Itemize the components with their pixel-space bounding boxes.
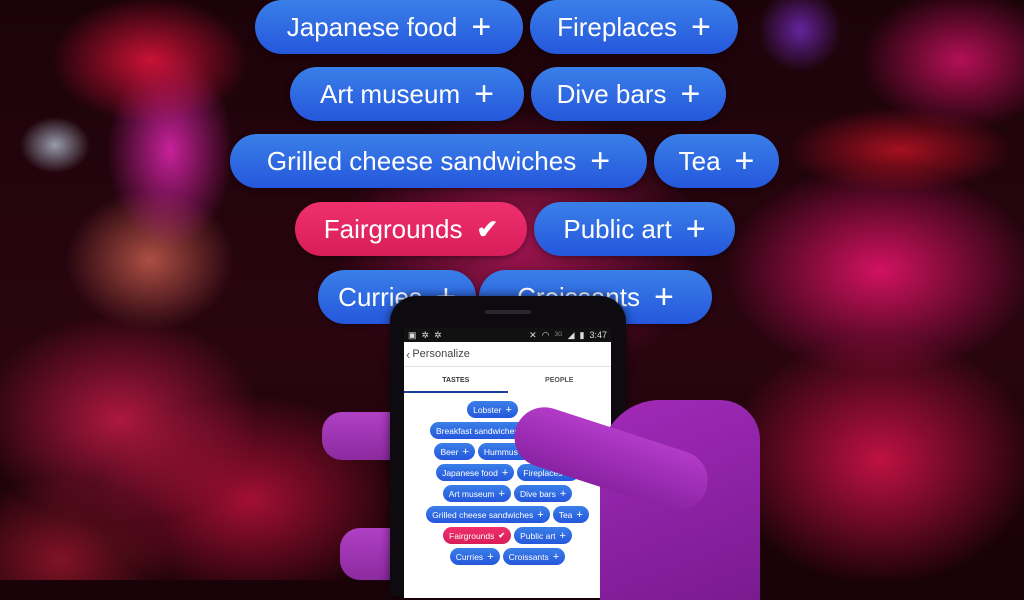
plus-icon: +: [576, 508, 583, 521]
chip-label: Tea: [558, 509, 573, 520]
chip-label: Grilled cheese sandwiches: [432, 509, 534, 520]
signal-icon: ◢: [567, 329, 575, 340]
overlay-chip-tea[interactable]: Tea +: [654, 134, 779, 188]
chip-label: Hummus: [483, 446, 518, 457]
status-bar: ▣ ✲ ✲ ✕ ◠ 3G ◢ ▮ 3:47: [404, 328, 611, 342]
phone-speaker: [485, 310, 531, 314]
plus-icon: +: [559, 487, 567, 500]
chip-label: Art museum: [319, 78, 461, 109]
chip-label: Tea: [678, 145, 721, 176]
overlay-chip-dive-bars[interactable]: Dive bars +: [531, 67, 726, 121]
chip-label: Breakfast sandwiches: [435, 425, 519, 436]
overlay-chip-grilled-cheese-sandwiches[interactable]: Grilled cheese sandwiches +: [230, 134, 647, 188]
tab-bar: TASTES PEOPLE: [404, 366, 611, 393]
plus-icon: +: [685, 210, 706, 248]
overlay-chip-public-art[interactable]: Public art +: [534, 202, 735, 256]
chip-label: Japanese food: [286, 11, 458, 42]
tag-chip-grilled-cheese-sandwiches[interactable]: Grilled cheese sandwiches +: [426, 506, 550, 523]
tag-chip-beer[interactable]: Beer +: [434, 443, 475, 460]
tag-row: Fairgrounds ✔ Public art +: [443, 527, 572, 544]
tag-chip-japanese-food[interactable]: Japanese food +: [436, 464, 515, 481]
wifi-icon: ◠: [541, 329, 550, 340]
notification-icon: ✲: [434, 329, 442, 340]
chip-label: Lobster: [473, 404, 502, 415]
network-type: 3G: [554, 332, 563, 338]
tag-row: Curries + Croissants +: [449, 548, 566, 565]
notification-icon: ✲: [421, 329, 430, 340]
tag-row: Grilled cheese sandwiches + Tea +: [426, 506, 589, 523]
chip-label: Curries: [455, 551, 484, 562]
notification-icon: ▣: [408, 329, 417, 340]
tag-chip-tea[interactable]: Tea +: [552, 506, 589, 523]
chip-label: Dive bars: [519, 488, 556, 499]
plus-icon: +: [462, 445, 469, 458]
tab-people[interactable]: PEOPLE: [508, 367, 612, 393]
plus-icon: +: [487, 550, 494, 563]
tab-tastes[interactable]: TASTES: [404, 367, 508, 393]
tag-row: Art museum + Dive bars +: [442, 485, 573, 502]
chip-label: Art museum: [448, 488, 495, 499]
plus-icon: +: [653, 278, 674, 316]
chip-label: Grilled cheese sandwiches: [266, 145, 577, 176]
tag-chip-croissants[interactable]: Croissants +: [502, 548, 566, 565]
mute-icon: ✕: [529, 329, 537, 340]
chip-label: Beer: [440, 446, 459, 457]
plus-icon: +: [734, 142, 755, 180]
chip-label: Public art: [520, 530, 556, 541]
plus-icon: +: [691, 8, 711, 46]
check-icon: ✔: [476, 214, 499, 244]
chip-label: Dive bars: [556, 78, 667, 109]
back-icon[interactable]: ‹: [406, 347, 410, 362]
tag-chip-dive-bars[interactable]: Dive bars +: [513, 485, 573, 502]
plus-icon: +: [552, 550, 560, 563]
plus-icon: +: [559, 529, 566, 542]
tag-chip-fairgrounds-selected[interactable]: Fairgrounds ✔: [443, 527, 512, 544]
clock: 3:47: [589, 330, 607, 340]
check-icon: ✔: [498, 531, 506, 540]
tag-chip-public-art[interactable]: Public art +: [514, 527, 572, 544]
chip-label: Fireplaces: [557, 11, 678, 42]
chip-label: Public art: [563, 213, 672, 244]
plus-icon: +: [505, 403, 512, 416]
tag-row: Lobster +: [467, 401, 518, 418]
chip-label: Fairgrounds: [323, 213, 463, 244]
plus-icon: +: [498, 487, 505, 500]
tag-chip-curries[interactable]: Curries +: [449, 548, 500, 565]
tag-chip-art-museum[interactable]: Art museum +: [442, 485, 511, 502]
plus-icon: +: [590, 142, 611, 180]
overlay-chip-art-museum[interactable]: Art museum +: [290, 67, 524, 121]
plus-icon: +: [537, 508, 544, 521]
chip-label: Fairgrounds: [449, 530, 495, 541]
app-bar: ‹ Personalize: [404, 342, 611, 366]
overlay-chip-fairgrounds-selected[interactable]: Fairgrounds ✔: [295, 202, 527, 256]
plus-icon: +: [501, 466, 509, 479]
plus-icon: +: [474, 75, 494, 113]
plus-icon: +: [471, 8, 492, 46]
overlay-chip-fireplaces[interactable]: Fireplaces +: [530, 0, 738, 54]
tag-chip-lobster[interactable]: Lobster +: [467, 401, 518, 418]
overlay-chip-japanese-food[interactable]: Japanese food +: [255, 0, 523, 54]
chip-label: Croissants: [508, 551, 549, 562]
chip-label: Japanese food: [442, 467, 498, 478]
battery-icon: ▮: [579, 329, 585, 340]
active-tab-indicator: [404, 391, 508, 393]
page-title: Personalize: [412, 348, 470, 360]
plus-icon: +: [680, 75, 701, 113]
